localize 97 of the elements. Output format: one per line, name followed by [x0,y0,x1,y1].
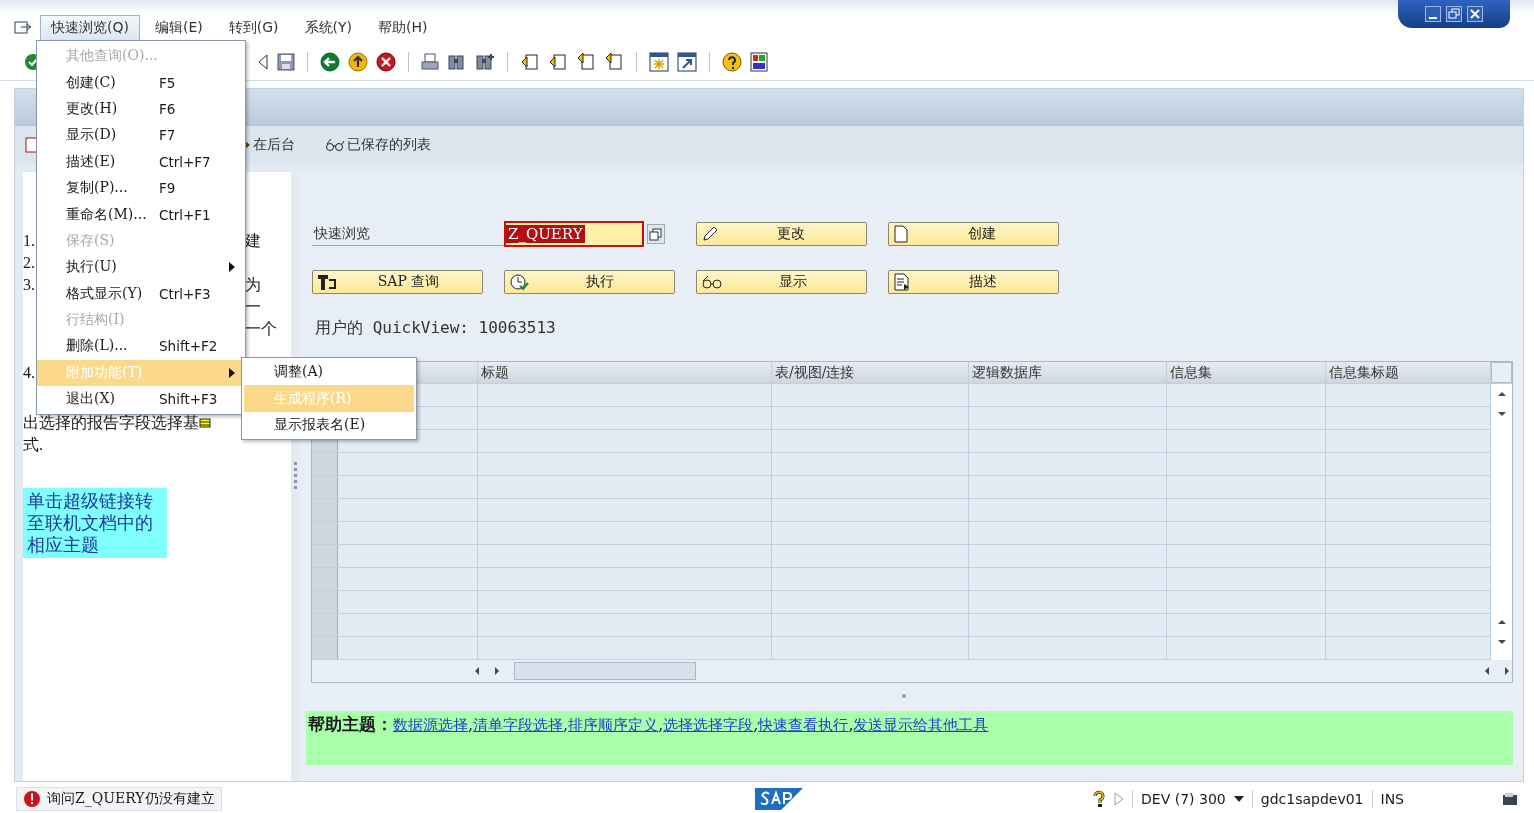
action-button[interactable]: 执行 [504,270,675,294]
new-window-icon[interactable] [649,52,669,72]
help-text: 出选择的报告字段选择基 [23,412,211,434]
close-icon[interactable] [1467,6,1483,22]
scroll-thumb[interactable] [514,662,696,680]
print-icon[interactable] [421,53,439,71]
column-header[interactable]: 逻辑数据库 [969,362,1167,383]
menu-option[interactable]: 创建(C) F5 [37,69,245,96]
triangle-icon[interactable] [257,53,269,71]
server-name: gdc1sapdev01 [1260,791,1364,807]
restore-icon[interactable] [1446,6,1462,22]
error-icon [23,790,41,808]
document-icon [893,273,911,291]
menu-option[interactable]: 显示(D) F7 [37,122,245,149]
action-button[interactable]: 描述 [888,270,1059,294]
back-icon[interactable] [320,52,340,72]
save-icon[interactable] [277,53,295,71]
action-button[interactable]: 显示 [696,270,867,294]
menu-item[interactable]: 转到(G) [217,15,290,41]
menu-option[interactable]: 退出(X) Shift+F3 [37,386,245,413]
help-icon[interactable] [1092,790,1107,808]
query-input-field[interactable]: Z_QUERY [504,221,644,247]
glasses-icon [701,274,723,290]
value-help-icon[interactable] [647,224,665,244]
hint-note: 单击超级链接转至联机文档中的相应主题 [23,488,167,558]
help-text: 4. [23,364,35,382]
layout-icon[interactable] [750,52,770,72]
help-link[interactable]: 清单字段选择 [473,716,564,735]
system-info: DEV (7) 300 [1141,791,1226,807]
help-text: 为 [245,274,262,295]
help-link[interactable]: 数据源选择 [393,716,468,735]
menu-item[interactable]: 编辑(E) [143,15,214,41]
help-text: 式. [23,434,43,455]
logo-icon [754,788,803,810]
vertical-scrollbar[interactable] [1491,384,1512,660]
submenu-arrow-icon [229,367,235,378]
status-message: 询问Z_QUERY仍没有建立 [47,790,215,808]
menu-option[interactable]: 复制(P)... F9 [37,174,245,202]
action-button[interactable]: 创建 [888,222,1059,246]
minimize-icon[interactable] [1425,6,1441,22]
clock-check-icon [509,273,529,291]
menu-option[interactable]: 描述(E) Ctrl+F7 [37,148,245,175]
help-text: 一个 [245,318,278,339]
tools-icon [317,273,339,291]
help-text: 建 [245,230,262,251]
help-link[interactable]: 发送显示给其他工具 [853,716,989,735]
menu-item[interactable]: 快速浏览(Q) [40,15,140,41]
system-menu-icon[interactable] [14,21,32,35]
separator-text: , [563,715,569,734]
action-button[interactable]: 更改 [696,222,867,246]
folder-icon[interactable] [1502,792,1518,806]
table-icon [199,417,211,428]
help-link[interactable]: 快速查看执行 [758,716,849,735]
action-button[interactable]: SAP 查询 [312,270,483,294]
help-link[interactable]: 排序顺序定义 [568,716,659,735]
separator-text: , [848,715,854,734]
input-mode: INS [1380,791,1404,807]
binoculars-icon[interactable] [447,53,467,71]
cancel-icon[interactable] [376,52,396,72]
help-icon[interactable] [722,52,742,72]
menu-option[interactable]: 重命名(M)... Ctrl+F1 [37,201,245,228]
page-icon [893,225,909,243]
page-arrow-icon[interactable] [576,52,596,72]
glasses-icon [325,138,345,152]
menu-item[interactable]: 帮助(H) [367,15,439,41]
submenu-arrow-icon [229,262,235,273]
menu-option[interactable]: 执行(U) [37,254,245,281]
column-header[interactable]: 标题 [478,362,772,383]
menu-option[interactable]: 删除(L)... Shift+F2 [37,333,245,360]
pencil-icon [701,225,719,243]
help-text: 3. [23,276,35,294]
shortcut-window-icon[interactable] [677,52,697,72]
exit-icon[interactable] [348,52,368,72]
list-icon[interactable] [25,137,39,153]
separator-text: , [753,715,759,734]
menu-option[interactable]: 更改(H) F6 [37,95,245,123]
toolbar-button[interactable]: 已保存的列表 [319,136,437,154]
help-text: 2. [23,254,35,272]
page-arrow-icon[interactable] [604,52,624,72]
dropdown-icon[interactable] [1233,795,1244,803]
menu-option[interactable]: 调整(A) [244,359,414,386]
binoculars-plus-icon[interactable] [475,53,495,71]
menu-item[interactable]: 系统(Y) [293,15,363,41]
column-header[interactable]: 信息集 [1167,362,1326,383]
info-text: 用户的 QuickView: 10063513 [315,318,557,339]
help-text: 1. [23,232,35,250]
separator-text: , [468,715,474,734]
help-title: 帮助主题： [308,713,393,736]
help-link[interactable]: 选择选择字段 [663,716,754,735]
separator-text: , [658,715,664,734]
menu-option[interactable]: 格式显示(Y) Ctrl+F3 [37,280,245,307]
menu-option[interactable]: 显示报表名(E) [244,411,414,439]
help-text: 一 [245,296,262,317]
page-arrow-icon[interactable] [548,52,568,72]
page-arrow-icon[interactable] [520,52,540,72]
corner-cell[interactable] [1491,362,1512,383]
column-header[interactable]: 表/视图/连接 [772,362,969,383]
